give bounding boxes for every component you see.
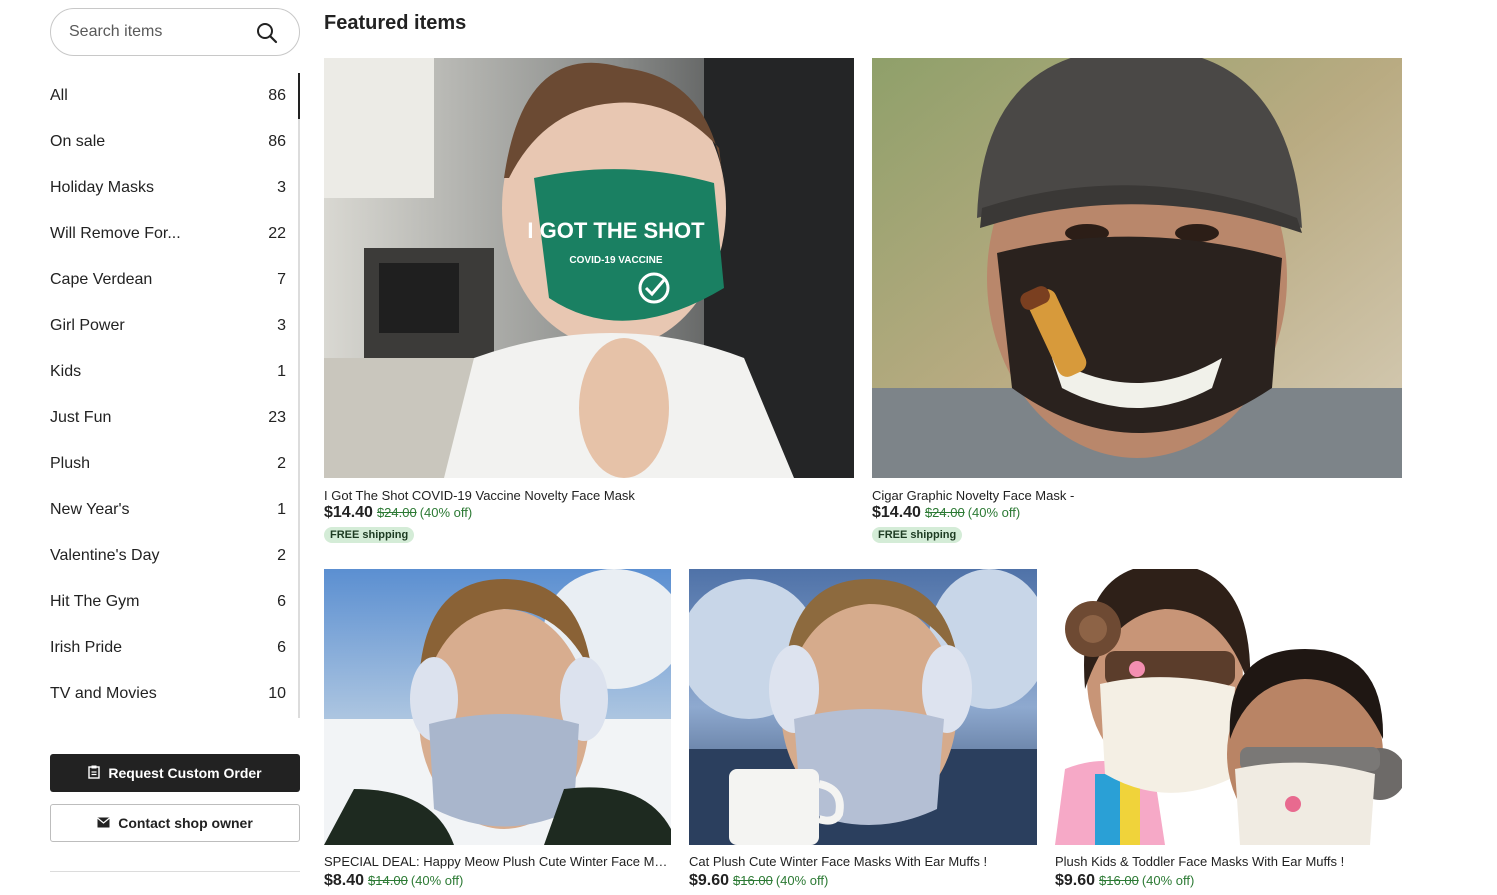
category-count: 2 [277, 547, 286, 564]
active-category-indicator [298, 73, 300, 119]
request-custom-order-button[interactable]: Request Custom Order [50, 754, 300, 792]
category-label: Valentine's Day [50, 547, 160, 564]
discount-percent: (40% off) [419, 505, 473, 520]
listing-card[interactable]: I GOT THE SHOT COVID-19 VACCINE I Got Th… [324, 58, 854, 548]
category-count: 1 [277, 501, 286, 518]
category-count: 6 [277, 639, 286, 656]
category-item-all[interactable]: All 86 [50, 73, 286, 119]
listing-image[interactable] [324, 569, 671, 845]
listing-price-row: $9.60 $16.00 (40% off) [1055, 872, 1194, 890]
category-item-new-years[interactable]: New Year's 1 [50, 487, 286, 533]
featured-items-heading: Featured items [324, 12, 467, 34]
free-shipping-badge: FREE shipping [872, 527, 963, 543]
search-input[interactable] [69, 9, 249, 55]
listing-title[interactable]: SPECIAL DEAL: Happy Meow Plush Cute Wint… [324, 854, 671, 869]
listing-image[interactable] [1055, 569, 1402, 845]
category-count: 86 [268, 133, 286, 150]
listing-title[interactable]: Cat Plush Cute Winter Face Masks With Ea… [689, 854, 1037, 869]
category-count: 6 [277, 593, 286, 610]
category-label: Irish Pride [50, 639, 123, 656]
category-count: 1 [277, 363, 286, 380]
category-label: Will Remove For... [50, 225, 181, 242]
request-custom-order-label: Request Custom Order [108, 765, 262, 781]
category-label: Holiday Masks [50, 179, 155, 196]
discount-percent: (40% off) [967, 505, 1021, 520]
category-label: Kids [50, 363, 82, 380]
category-count: 7 [277, 271, 286, 288]
category-count: 86 [268, 87, 286, 104]
category-item-hit-the-gym[interactable]: Hit The Gym 6 [50, 579, 286, 625]
category-label: Plush [50, 455, 91, 472]
sale-price: $14.40 [324, 504, 373, 521]
category-list: All 86 On sale 86 Holiday Masks 3 Will Remo… [50, 73, 300, 718]
category-item-plush[interactable]: Plush 2 [50, 441, 286, 487]
listing-image[interactable] [689, 569, 1037, 845]
discount-percent: (40% off) [410, 873, 464, 888]
original-price: $24.00 [924, 505, 965, 520]
clipboard-icon [88, 765, 101, 782]
free-shipping-badge: FREE shipping [324, 527, 415, 543]
category-count: 3 [277, 317, 286, 334]
category-item-just-fun[interactable]: Just Fun 23 [50, 395, 286, 441]
envelope-icon [97, 815, 111, 831]
mask-print-subtext: COVID-19 VACCINE [569, 255, 662, 266]
contact-shop-owner-button[interactable]: Contact shop owner [50, 804, 300, 842]
original-price: $24.00 [376, 505, 417, 520]
category-label: Just Fun [50, 409, 112, 426]
category-label: Cape Verdean [50, 271, 153, 288]
discount-percent: (40% off) [775, 873, 829, 888]
discount-percent: (40% off) [1141, 873, 1195, 888]
category-label: On sale [50, 133, 106, 150]
listing-card[interactable]: SPECIAL DEAL: Happy Meow Plush Cute Wint… [324, 569, 671, 895]
listing-price-row: $14.40 $24.00 (40% off) [324, 504, 472, 522]
category-label: Hit The Gym [50, 593, 140, 610]
category-item-girl-power[interactable]: Girl Power 3 [50, 303, 286, 349]
listing-price-row: $8.40 $14.00 (40% off) [324, 872, 463, 890]
category-item-on-sale[interactable]: On sale 86 [50, 119, 286, 165]
listing-image[interactable]: I GOT THE SHOT COVID-19 VACCINE [324, 58, 854, 478]
category-item-valentines-day[interactable]: Valentine's Day 2 [50, 533, 286, 579]
category-item-will-remove-for[interactable]: Will Remove For... 22 [50, 211, 286, 257]
listing-title[interactable]: Plush Kids & Toddler Face Masks With Ear… [1055, 854, 1402, 869]
contact-shop-owner-label: Contact shop owner [118, 815, 253, 831]
sale-price: $8.40 [324, 872, 365, 889]
listing-title[interactable]: Cigar Graphic Novelty Face Mask - [872, 488, 1402, 503]
category-count: 10 [268, 685, 286, 702]
listing-card[interactable]: Cat Plush Cute Winter Face Masks With Ea… [689, 569, 1037, 895]
category-item-kids[interactable]: Kids 1 [50, 349, 286, 395]
category-count: 3 [277, 179, 286, 196]
listing-price-row: $9.60 $16.00 (40% off) [689, 872, 828, 890]
shop-sidebar: All 86 On sale 86 Holiday Masks 3 Will Remo… [50, 8, 300, 872]
original-price: $16.00 [733, 873, 773, 888]
category-item-cape-verdean[interactable]: Cape Verdean 7 [50, 257, 286, 303]
original-price: $16.00 [1099, 873, 1139, 888]
category-item-tv-and-movies[interactable]: TV and Movies 10 [50, 671, 286, 717]
category-count: 22 [268, 225, 286, 242]
listing-card[interactable]: Cigar Graphic Novelty Face Mask - $14.40… [872, 58, 1402, 548]
category-label: Girl Power [50, 317, 125, 334]
category-count: 2 [277, 455, 286, 472]
category-item-holiday-masks[interactable]: Holiday Masks 3 [50, 165, 286, 211]
category-label: All [50, 87, 68, 104]
search-bar [50, 8, 300, 56]
listing-title[interactable]: I Got The Shot COVID-19 Vaccine Novelty … [324, 488, 854, 503]
sale-price: $14.40 [872, 504, 921, 521]
divider [50, 871, 300, 872]
listing-card[interactable]: Plush Kids & Toddler Face Masks With Ear… [1055, 569, 1402, 895]
search-icon[interactable] [255, 21, 279, 45]
listing-price-row: $14.40 $24.00 (40% off) [872, 504, 1020, 522]
sale-price: $9.60 [1055, 872, 1096, 889]
category-label: TV and Movies [50, 685, 157, 702]
sale-price: $9.60 [689, 872, 730, 889]
original-price: $14.00 [368, 873, 408, 888]
listing-image[interactable] [872, 58, 1402, 478]
category-item-irish-pride[interactable]: Irish Pride 6 [50, 625, 286, 671]
mask-print-text: I GOT THE SHOT [527, 218, 705, 243]
category-label: New Year's [50, 501, 130, 518]
category-count: 23 [268, 409, 286, 426]
